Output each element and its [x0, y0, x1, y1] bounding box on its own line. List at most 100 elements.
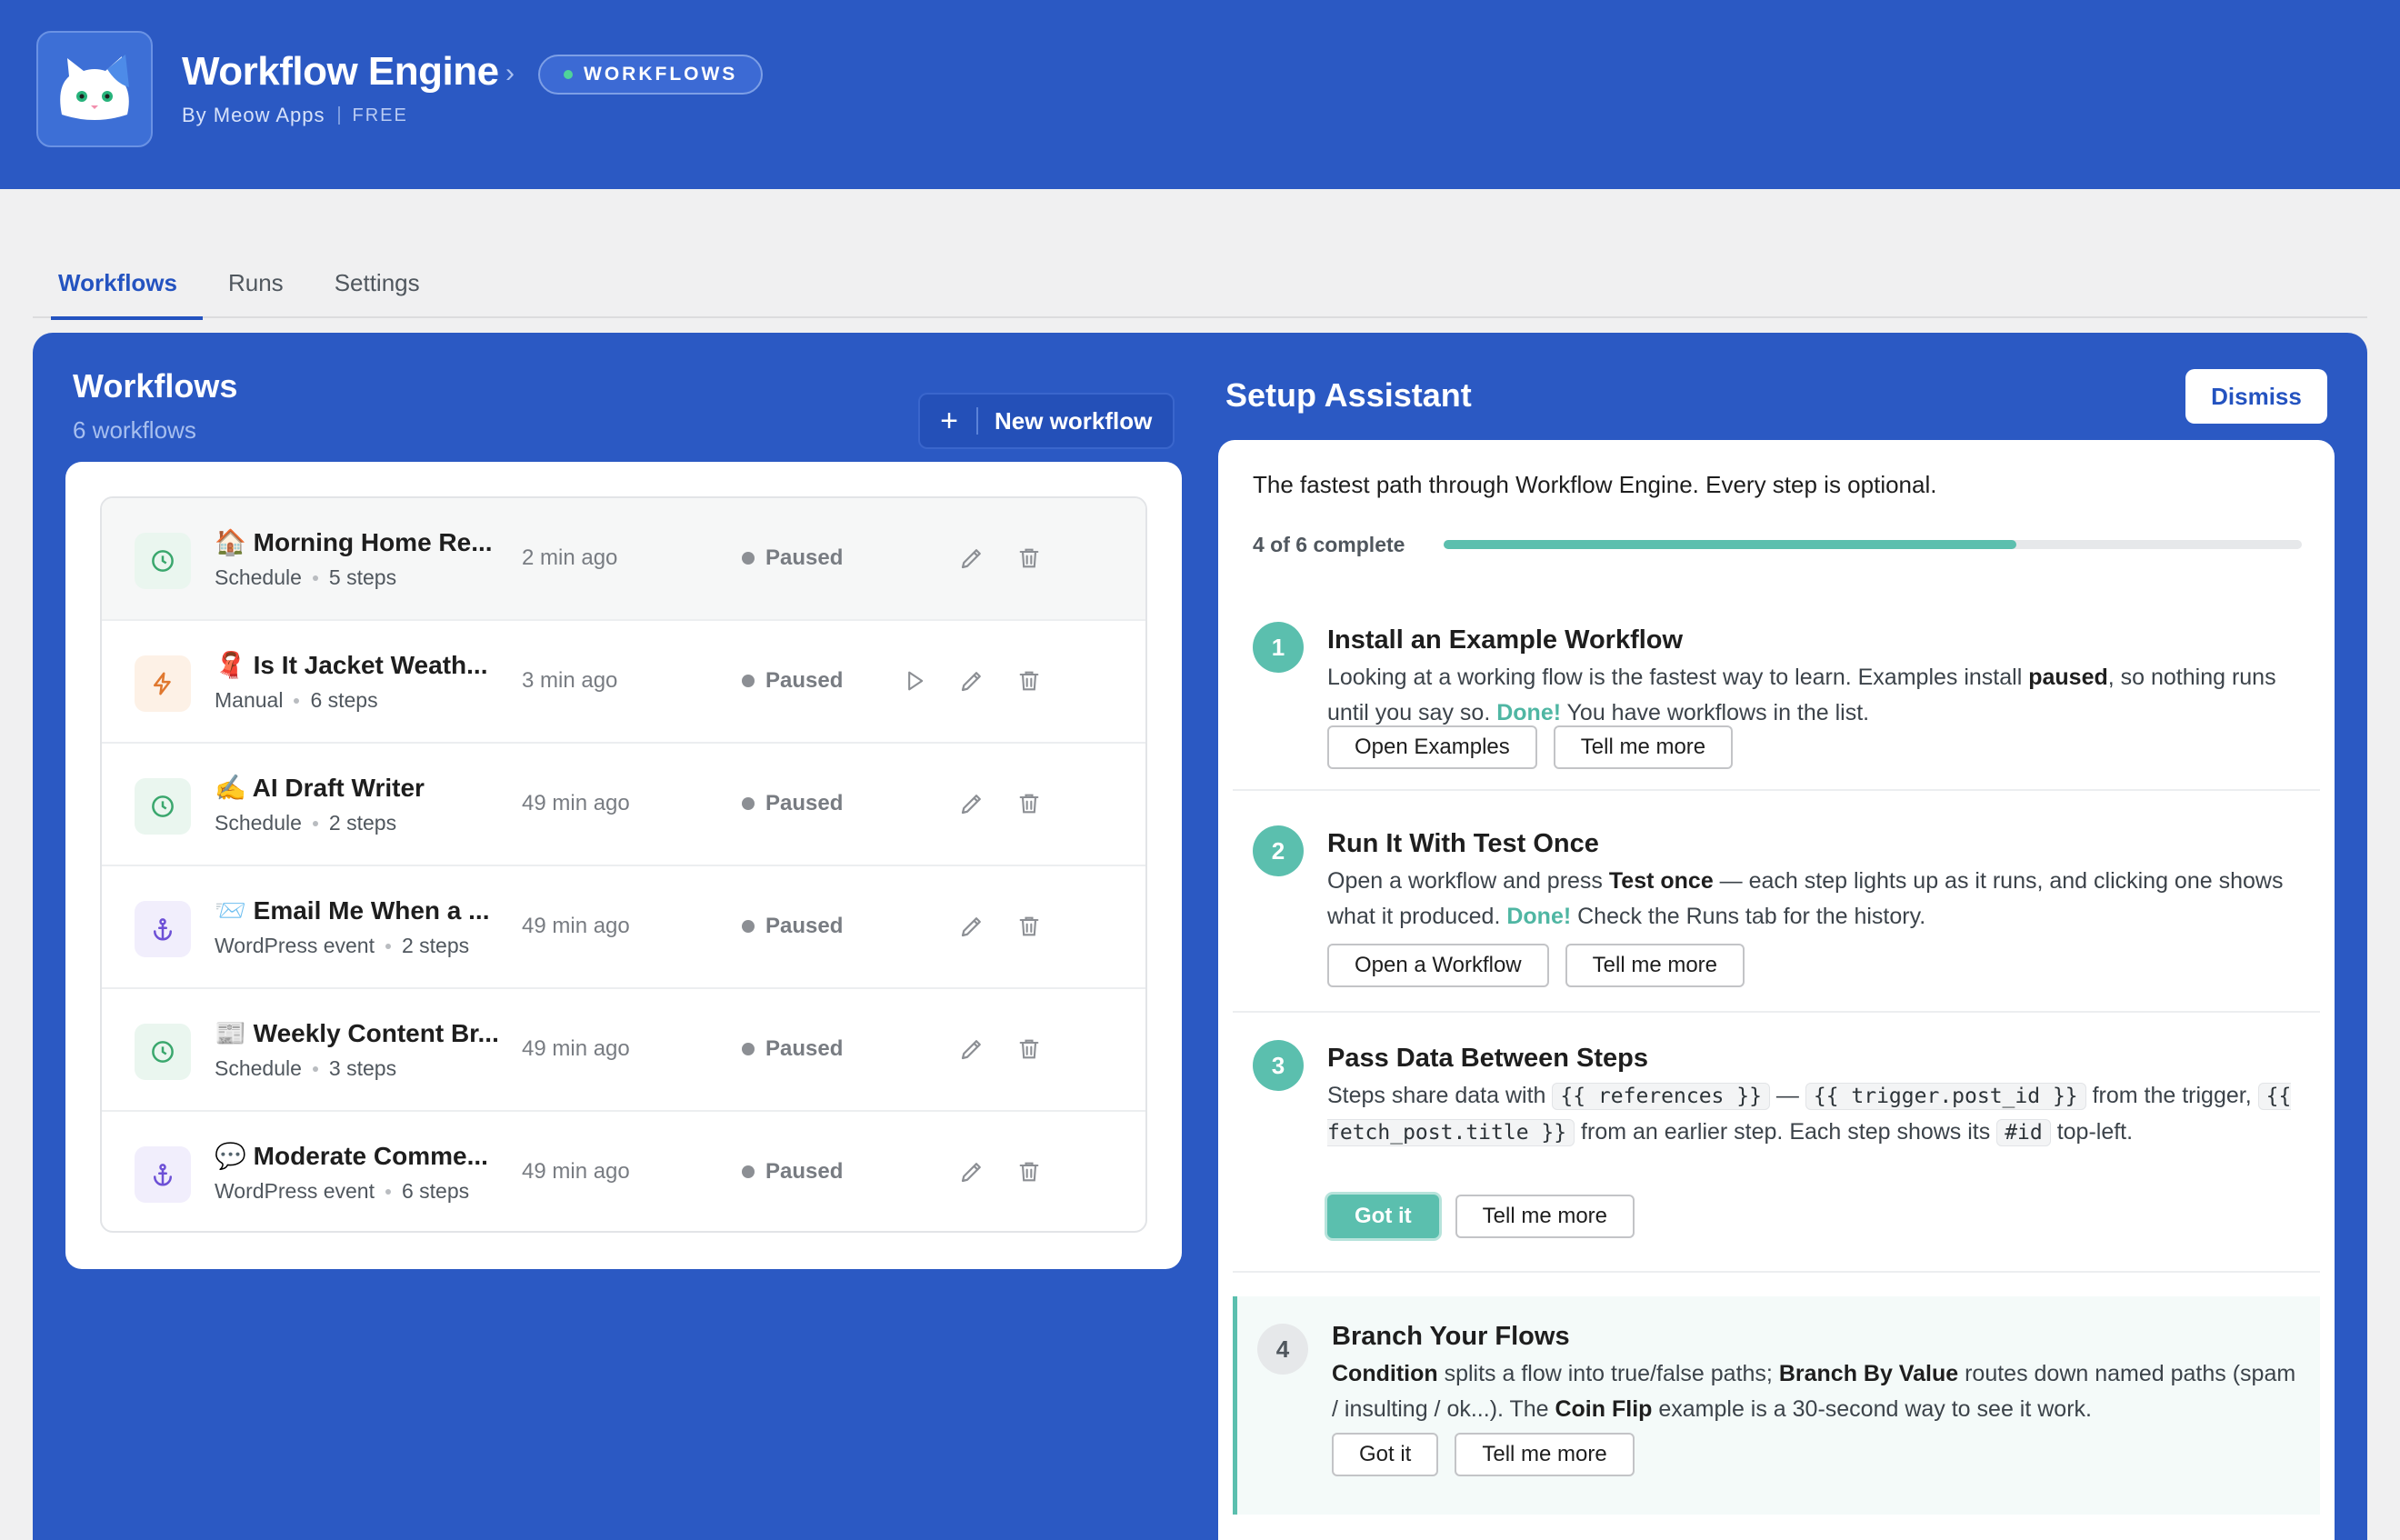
edit-icon[interactable] [954, 540, 990, 576]
got-it-button[interactable]: Got it [1327, 1195, 1439, 1238]
step-actions: Got it Tell me more [1332, 1433, 1635, 1476]
workflow-row[interactable]: 📨 Email Me When a ... WordPress event 2 st… [102, 866, 1145, 989]
trigger-type: Schedule [215, 1056, 302, 1080]
status-dot [742, 552, 755, 565]
edit-icon[interactable] [954, 1031, 990, 1067]
step-title: Pass Data Between Steps [1327, 1044, 1648, 1073]
workflow-row[interactable]: ✍️ AI Draft Writer Schedule 2 steps 49 min … [102, 744, 1145, 866]
status-dot [564, 70, 573, 79]
step-description: Looking at a working flow is the fastest… [1327, 665, 2276, 725]
status-label: Paused [765, 791, 844, 815]
status-label: Paused [765, 1036, 844, 1061]
delete-icon[interactable] [1011, 540, 1047, 576]
status-dot [742, 797, 755, 810]
delete-icon[interactable] [1011, 663, 1047, 699]
tab-settings[interactable]: Settings [309, 245, 445, 318]
open-workflow-button[interactable]: Open a Workflow [1327, 944, 1549, 987]
last-updated: 49 min ago [522, 1159, 630, 1184]
workflow-meta: Schedule 2 steps [215, 811, 396, 835]
step-description: Condition splits a flow into true/false … [1332, 1361, 2296, 1422]
app-header: Workflow Engine By Meow Apps FREE › WORK… [0, 0, 2400, 189]
tell-me-more-button[interactable]: Tell me more [1553, 725, 1734, 769]
workflow-name[interactable]: 💬 Moderate Comme... [215, 1141, 488, 1171]
tell-me-more-button[interactable]: Tell me more [1455, 1433, 1635, 1476]
delete-icon[interactable] [1011, 785, 1047, 822]
workflow-name[interactable]: 🧣 Is It Jacket Weath... [215, 650, 487, 680]
edit-icon[interactable] [954, 1154, 990, 1190]
workflow-name[interactable]: 📨 Email Me When a ... [215, 895, 490, 925]
setup-step-1: 1 Install an Example Workflow Looking at… [1233, 602, 2320, 791]
step-count: 6 steps [401, 1179, 470, 1203]
trigger-type: Schedule [215, 811, 302, 835]
workflow-emoji: 🧣 [215, 651, 246, 679]
delete-icon[interactable] [1011, 1031, 1047, 1067]
workflow-emoji: 📨 [215, 896, 246, 925]
step-actions: Open Examples Tell me more [1327, 725, 1734, 769]
last-updated: 49 min ago [522, 914, 630, 938]
workflow-name[interactable]: 📰 Weekly Content Br... [215, 1018, 499, 1048]
status-badge: Paused [742, 1036, 843, 1062]
setup-intro: The fastest path through Workflow Engine… [1253, 471, 1937, 498]
edit-icon[interactable] [954, 785, 990, 822]
status-badge: Paused [742, 791, 843, 816]
tell-me-more-button[interactable]: Tell me more [1565, 944, 1745, 987]
status-label: Paused [765, 914, 844, 938]
status-label: Paused [765, 668, 844, 693]
workflow-emoji: 📰 [215, 1019, 246, 1047]
workflow-title: AI Draft Writer [252, 774, 425, 802]
tab-runs[interactable]: Runs [203, 245, 309, 318]
setup-assistant-heading: Setup Assistant [1225, 376, 1472, 414]
step-number: 2 [1253, 825, 1304, 876]
separator-dot [312, 1065, 318, 1072]
workflow-list-card: 🏠 Morning Home Re... Schedule 5 steps 2 min… [65, 462, 1182, 1269]
last-updated: 49 min ago [522, 1036, 630, 1061]
tell-me-more-button[interactable]: Tell me more [1455, 1195, 1635, 1238]
app-logo [36, 31, 153, 147]
section-badge: WORKFLOWS [538, 55, 764, 95]
last-updated: 2 min ago [522, 545, 618, 570]
step-title: Branch Your Flows [1332, 1322, 1570, 1351]
workflow-name[interactable]: 🏠 Morning Home Re... [215, 527, 493, 557]
delete-icon[interactable] [1011, 1154, 1047, 1190]
edit-icon[interactable] [954, 908, 990, 945]
anchor-icon [135, 901, 191, 957]
workflow-row[interactable]: 🧣 Is It Jacket Weath... Manual 6 steps 3 mi… [102, 621, 1145, 744]
status-dot [742, 675, 755, 687]
workflow-name[interactable]: ✍️ AI Draft Writer [215, 773, 425, 803]
got-it-button[interactable]: Got it [1332, 1433, 1439, 1476]
open-examples-button[interactable]: Open Examples [1327, 725, 1537, 769]
dismiss-button[interactable]: Dismiss [2185, 369, 2327, 424]
edit-icon[interactable] [954, 663, 990, 699]
status-dot [742, 1043, 755, 1055]
new-workflow-button[interactable]: + New workflow [918, 393, 1175, 449]
delete-icon[interactable] [1011, 908, 1047, 945]
section-badge-label: WORKFLOWS [584, 64, 738, 85]
app-subtitle: By Meow Apps FREE [182, 104, 408, 127]
status-label: Paused [765, 1159, 844, 1184]
last-updated: 49 min ago [522, 791, 630, 815]
bolt-icon [135, 655, 191, 712]
step-description: Steps share data with {{ references }} —… [1327, 1083, 2292, 1146]
setup-step-2: 2 Run It With Test Once Open a workflow … [1233, 791, 2320, 1013]
clock-icon [135, 533, 191, 589]
separator-dot [385, 1188, 391, 1195]
status-badge: Paused [742, 545, 843, 571]
setup-step-4: 4 Branch Your Flows Condition splits a f… [1233, 1296, 2320, 1515]
step-number: 4 [1257, 1324, 1308, 1375]
workflow-title: Is It Jacket Weath... [253, 651, 488, 679]
workflow-row[interactable]: 📰 Weekly Content Br... Schedule 3 steps 49 … [102, 989, 1145, 1112]
progress-fill [1444, 540, 2016, 549]
workflow-row[interactable]: 🏠 Morning Home Re... Schedule 5 steps 2 min… [102, 498, 1145, 621]
clock-icon [135, 778, 191, 835]
app-title: Workflow Engine [182, 49, 499, 94]
run-icon[interactable] [896, 663, 933, 699]
tab-bar: Workflows Runs Settings [33, 245, 2367, 320]
workflow-row[interactable]: 💬 Moderate Comme... WordPress event 6 step… [102, 1112, 1145, 1231]
tab-workflows[interactable]: Workflows [33, 245, 203, 320]
workflow-meta: WordPress event 6 steps [215, 1179, 469, 1204]
workflow-title: Weekly Content Br... [253, 1019, 499, 1047]
workflows-heading: Workflows [73, 367, 238, 405]
step-count: 6 steps [310, 688, 378, 712]
workflow-meta: Schedule 3 steps [215, 1056, 396, 1081]
step-count: 2 steps [401, 934, 470, 957]
